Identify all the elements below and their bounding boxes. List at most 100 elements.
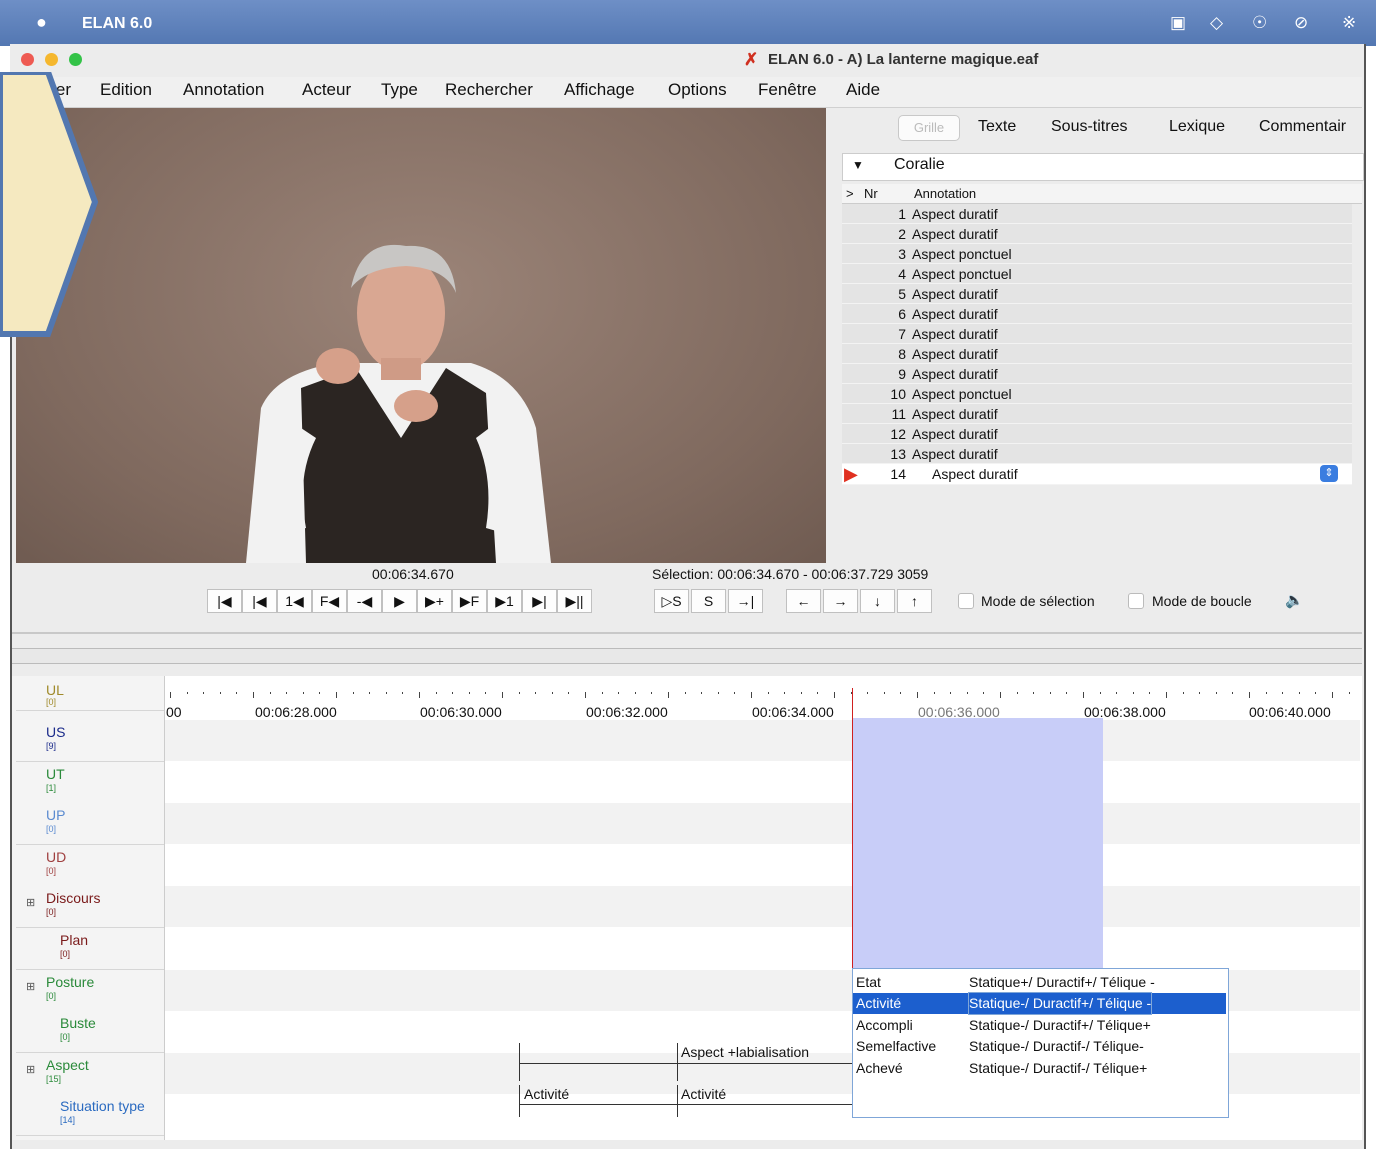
bluetooth-icon[interactable]: ※	[1342, 13, 1356, 33]
tab-commentaire[interactable]: Commentair	[1251, 116, 1354, 138]
tier-lane[interactable]	[165, 845, 1360, 886]
menu-aide[interactable]: Aide	[846, 80, 880, 100]
tier-label-buste[interactable]: Buste [0]	[16, 1011, 164, 1053]
menu-fenetre[interactable]: Fenêtre	[758, 80, 817, 100]
cv-option-accompli[interactable]: Accompli Statique-/ Duractif+/ Télique+	[853, 1015, 1226, 1036]
tier-name: Aspect	[46, 1057, 89, 1073]
situation-annotation-2[interactable]: Activité	[681, 1086, 726, 1102]
previous-selection-button[interactable]: -◀	[347, 589, 382, 613]
accessibility-icon[interactable]: ☉	[1252, 13, 1267, 33]
menu-acteur[interactable]: Acteur	[302, 80, 351, 100]
table-row[interactable]: 12 Aspect duratif	[842, 424, 1352, 444]
time-selection[interactable]	[853, 718, 1103, 968]
cv-option-etat[interactable]: Etat Statique+/ Duractif+/ Télique -	[853, 972, 1226, 993]
tier-lane[interactable]	[165, 762, 1360, 803]
minimize-window-button[interactable]	[45, 53, 58, 66]
play-button[interactable]: ▶	[382, 589, 417, 613]
go-to-end-button[interactable]: ▶||	[557, 589, 592, 613]
table-row[interactable]: 1 Aspect duratif	[842, 204, 1352, 224]
table-row[interactable]: 13 Aspect duratif	[842, 444, 1352, 464]
table-row[interactable]: 11 Aspect duratif	[842, 404, 1352, 424]
dropdown-stepper-icon[interactable]: ⇕	[1320, 465, 1338, 482]
arrow-up-button[interactable]: ↑	[897, 589, 932, 613]
menu-rechercher[interactable]: Rechercher	[445, 80, 533, 100]
tier-label-aspect[interactable]: Aspect [15] ⊞	[16, 1053, 164, 1095]
tab-grille[interactable]: Grille	[898, 115, 960, 141]
expand-icon[interactable]: ⊞	[26, 896, 35, 909]
tier-lane[interactable]	[165, 720, 1360, 761]
apple-icon[interactable]: ●	[36, 12, 47, 33]
cv-option-label: Semelfactive	[856, 1038, 937, 1055]
table-row[interactable]: 2 Aspect duratif	[842, 224, 1352, 244]
wifi-off-icon[interactable]: ⊘	[1294, 13, 1308, 33]
header-annotation[interactable]: Annotation	[914, 186, 976, 201]
previous-f-button[interactable]: F◀	[312, 589, 347, 613]
table-row[interactable]: 6 Aspect duratif	[842, 304, 1352, 324]
panel-divider[interactable]	[12, 632, 1362, 634]
expand-icon[interactable]: ⊞	[26, 1063, 35, 1076]
tier-lane[interactable]	[165, 886, 1360, 927]
table-row[interactable]: 7 Aspect duratif	[842, 324, 1352, 344]
table-row[interactable]: 10 Aspect ponctuel	[842, 384, 1352, 404]
zoom-window-button[interactable]	[69, 53, 82, 66]
close-window-button[interactable]	[21, 53, 34, 66]
tier-label-ud[interactable]: UD [0]	[16, 845, 164, 887]
tier-label-discours[interactable]: Discours [0] ⊞	[16, 886, 164, 928]
tab-lexique[interactable]: Lexique	[1161, 116, 1233, 138]
table-row[interactable]: 4 Aspect ponctuel	[842, 264, 1352, 284]
chevron-down-icon[interactable]: ▼	[852, 158, 864, 172]
table-row[interactable]: 9 Aspect duratif	[842, 364, 1352, 384]
table-row[interactable]: 8 Aspect duratif	[842, 344, 1352, 364]
ruler-tick-mark	[1100, 692, 1101, 694]
selection-end-button[interactable]: →|	[728, 589, 763, 613]
tab-sous-titres[interactable]: Sous-titres	[1043, 116, 1135, 138]
tier-label-ul[interactable]: UL [0]	[16, 680, 164, 711]
cv-option-semelfactive[interactable]: Semelfactive Statique-/ Duractif-/ Téliqu…	[853, 1036, 1226, 1057]
tier-label-up[interactable]: UP [0]	[16, 803, 164, 845]
table-row[interactable]: 3 Aspect ponctuel	[842, 244, 1352, 264]
tab-texte[interactable]: Texte	[970, 116, 1024, 138]
cv-option-activité[interactable]: Activité Statique-/ Duractif+/ Télique -	[853, 992, 1226, 1016]
mode-boucle-checkbox[interactable]	[1128, 593, 1144, 609]
next-frame-button[interactable]: ▶|	[522, 589, 557, 613]
expand-icon[interactable]: ⊞	[26, 980, 35, 993]
diamond-icon[interactable]: ◇	[1210, 13, 1223, 33]
row-annotation-editor[interactable]: Aspect duratif	[932, 466, 1018, 482]
go-to-begin-button[interactable]: |◀	[207, 589, 242, 613]
situation-annotation-1[interactable]: Activité	[524, 1086, 569, 1102]
camera-icon[interactable]: ▣	[1170, 13, 1186, 33]
tier-lane[interactable]	[165, 803, 1360, 844]
mode-selection-checkbox[interactable]	[958, 593, 974, 609]
tier-label-us[interactable]: US [9]	[16, 720, 164, 762]
previous-second-button[interactable]: 1◀	[277, 589, 312, 613]
ruler-tick-mark	[170, 692, 171, 698]
menu-edition[interactable]: Edition	[100, 80, 152, 100]
video-viewer[interactable]	[16, 108, 826, 563]
arrow-down-button[interactable]: ↓	[860, 589, 895, 613]
previous-frame-group-button[interactable]: |◀	[242, 589, 277, 613]
next-second-button[interactable]: ▶1	[487, 589, 522, 613]
menu-type[interactable]: Type	[381, 80, 418, 100]
table-row-current[interactable]: ▶ 14 Aspect duratif ⇕	[842, 464, 1352, 485]
play-selection-button[interactable]: ▶+	[417, 589, 452, 613]
cv-option-achevé[interactable]: Achevé Statique-/ Duractif-/ Télique+	[853, 1058, 1226, 1079]
clear-selection-button[interactable]: S	[691, 589, 726, 613]
next-f-button[interactable]: ▶F	[452, 589, 487, 613]
aspect-annotation[interactable]: Aspect +labialisation	[681, 1044, 809, 1060]
tier-label-situation-type[interactable]: Situation type [14]	[16, 1094, 164, 1136]
tier-label-posture[interactable]: Posture [0] ⊞	[16, 970, 164, 1012]
tier-label-ut[interactable]: UT [1]	[16, 762, 164, 804]
selection-start-button[interactable]: ▷S	[654, 589, 689, 613]
arrow-right-button[interactable]: →	[823, 589, 858, 613]
menu-annotation[interactable]: Annotation	[183, 80, 264, 100]
volume-icon[interactable]: 🔈	[1285, 591, 1304, 609]
tier-lane[interactable]	[165, 928, 1360, 969]
table-row[interactable]: 5 Aspect duratif	[842, 284, 1352, 304]
header-nr[interactable]: Nr	[864, 186, 878, 201]
tier-label-plan[interactable]: Plan [0]	[16, 928, 164, 970]
app-name[interactable]: ELAN 6.0	[82, 15, 152, 33]
menu-options[interactable]: Options	[668, 80, 727, 100]
arrow-left-button[interactable]: ←	[786, 589, 821, 613]
timeline-overview-bar[interactable]	[12, 648, 1362, 664]
menu-affichage[interactable]: Affichage	[564, 80, 635, 100]
